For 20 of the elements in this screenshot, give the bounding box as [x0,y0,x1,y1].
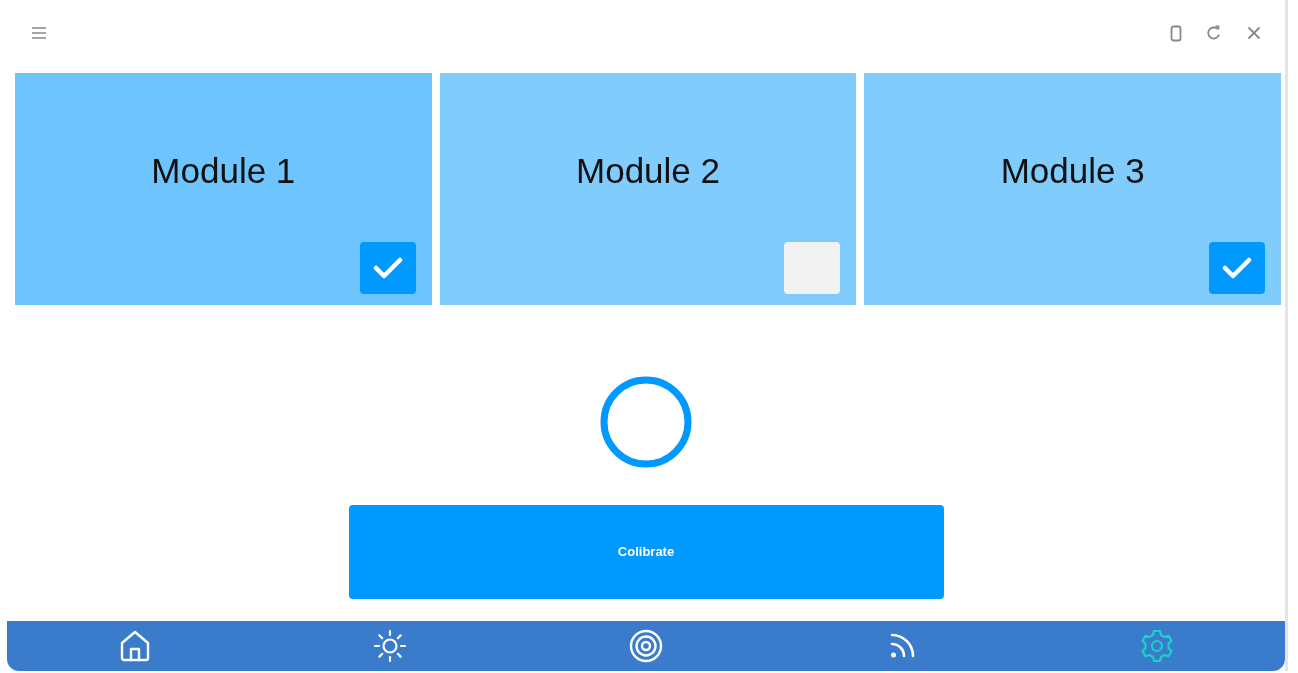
settings-icon [1140,629,1175,663]
close-button[interactable] [1247,26,1261,40]
target-icon [629,629,663,663]
close-icon [1247,26,1261,40]
device-button[interactable] [1170,24,1182,42]
checkbox[interactable] [359,242,416,294]
module-tile[interactable]: Module 3 [864,73,1281,305]
checkbox[interactable] [784,242,841,294]
module-label: Module 2 [576,149,720,192]
module-label: Module 3 [1000,149,1145,192]
module-tile[interactable]: Module 2 [439,73,857,305]
menu-button[interactable] [31,26,47,40]
check-icon [372,257,403,279]
phone-icon [1170,24,1182,42]
module-label: Module 1 [151,149,296,192]
checkbox[interactable] [1209,242,1265,294]
check-icon [1222,257,1252,279]
module-tile[interactable]: Module 1 [15,73,432,305]
menu-icon [31,26,47,40]
sun-icon [373,629,408,663]
